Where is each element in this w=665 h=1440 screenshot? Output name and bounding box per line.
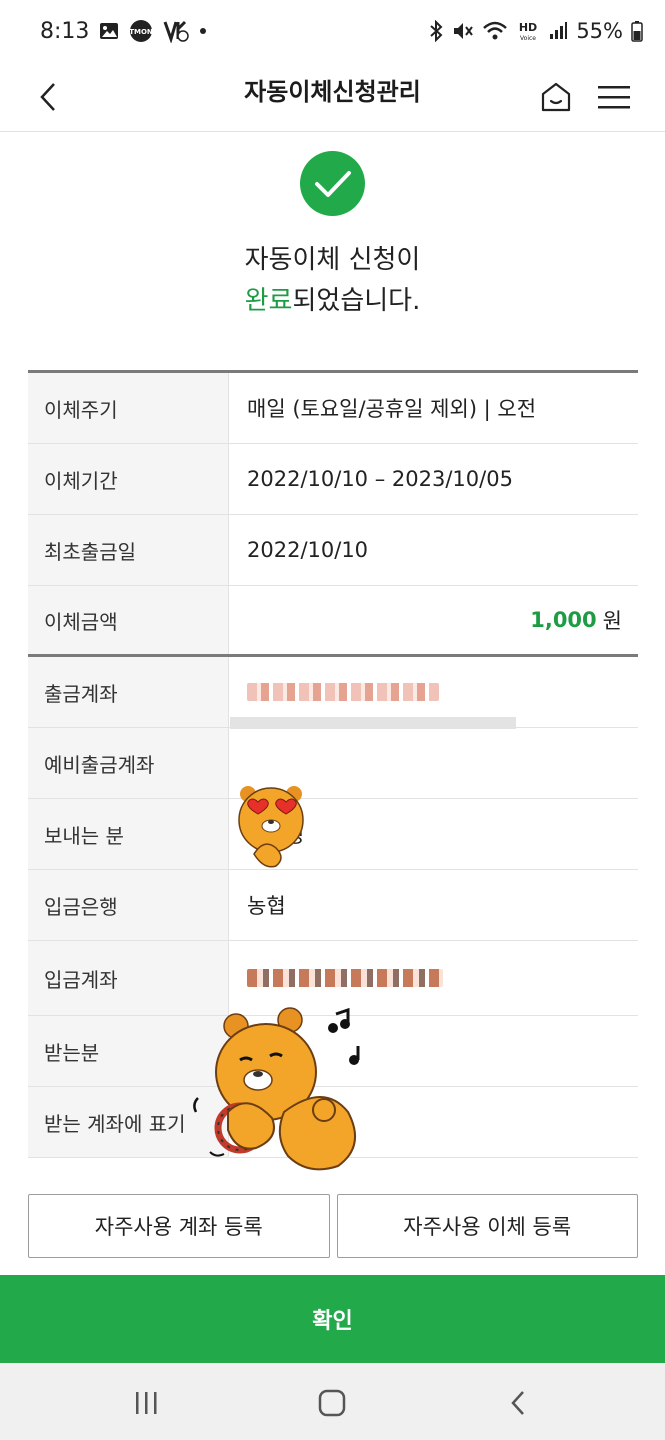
detail-label: 입금은행 bbox=[28, 870, 229, 940]
music-bear-sticker bbox=[188, 1002, 368, 1174]
signal-icon bbox=[548, 21, 568, 41]
detail-label: 최초출금일 bbox=[28, 515, 229, 585]
home-icon bbox=[541, 82, 571, 112]
back-button[interactable] bbox=[28, 74, 68, 120]
detail-row-amount: 이체금액 1,000 원 bbox=[28, 586, 638, 657]
bluetooth-icon bbox=[428, 20, 444, 42]
recent-apps-button[interactable] bbox=[126, 1383, 166, 1423]
app-header: 자동이체신청관리 bbox=[0, 62, 665, 132]
system-home-button[interactable] bbox=[312, 1383, 352, 1423]
register-frequent-transfer-button[interactable]: 자주사용 이체 등록 bbox=[336, 1194, 638, 1258]
detail-label: 예비출금계좌 bbox=[28, 728, 229, 798]
success-message: 자동이체 신청이 완료되었습니다. bbox=[0, 240, 665, 322]
heart-eyes-bear-sticker bbox=[236, 782, 308, 868]
amount-unit: 원 bbox=[602, 609, 622, 633]
detail-row-withdraw-account: 출금계좌 bbox=[28, 657, 638, 729]
system-back-button[interactable] bbox=[498, 1383, 538, 1423]
svg-text:Voice: Voice bbox=[520, 35, 536, 42]
masked-account-number bbox=[247, 683, 439, 701]
hamburger-menu-icon bbox=[598, 86, 630, 109]
vpn-icon bbox=[163, 19, 190, 43]
battery-icon bbox=[631, 20, 643, 42]
success-line-2-rest: 되었습니다. bbox=[292, 286, 421, 316]
success-highlight: 완료 bbox=[244, 286, 293, 316]
detail-value: 2022/10/10 bbox=[247, 538, 369, 562]
tmon-icon: TMON bbox=[129, 19, 153, 43]
dot-icon bbox=[199, 27, 207, 35]
home-square-icon bbox=[318, 1389, 346, 1417]
detail-label: 보내는 분 bbox=[28, 799, 229, 869]
menu-button[interactable] bbox=[594, 74, 634, 120]
home-button[interactable] bbox=[536, 74, 576, 120]
svg-text:HD: HD bbox=[519, 21, 537, 34]
register-frequent-account-button[interactable]: 자주사용 계좌 등록 bbox=[28, 1194, 330, 1258]
detail-label: 이체금액 bbox=[28, 586, 229, 654]
success-line-1: 자동이체 신청이 bbox=[244, 245, 421, 275]
detail-value: 매일 (토요일/공휴일 제외) | 오전 bbox=[247, 397, 537, 421]
gallery-icon bbox=[99, 22, 119, 40]
back-chevron-icon bbox=[511, 1391, 524, 1415]
secondary-actions: 자주사용 계좌 등록 자주사용 이체 등록 bbox=[28, 1194, 638, 1258]
chevron-left-icon bbox=[40, 83, 55, 111]
confirm-button[interactable]: 확인 bbox=[0, 1275, 665, 1363]
mute-icon bbox=[452, 20, 474, 42]
detail-row-sender: 보내는 분 정 bbox=[28, 799, 638, 870]
masked-underline bbox=[230, 717, 516, 729]
battery-percent: 55% bbox=[576, 19, 623, 43]
detail-row-backup-account: 예비출금계좌 bbox=[28, 728, 638, 799]
success-line-2: 완료되었습니다. bbox=[0, 281, 665, 322]
svg-text:TMON: TMON bbox=[130, 28, 154, 36]
amount-number: 1,000 bbox=[530, 608, 597, 632]
detail-label: 이체기간 bbox=[28, 444, 229, 514]
detail-row-bank: 입금은행 농협 bbox=[28, 870, 638, 941]
status-bar-left: 8:13 TMON bbox=[40, 19, 207, 44]
system-navigation-bar bbox=[0, 1363, 665, 1440]
detail-row-period: 이체기간 2022/10/10 – 2023/10/05 bbox=[28, 444, 638, 515]
success-check-icon bbox=[300, 151, 365, 216]
wifi-icon bbox=[482, 20, 508, 42]
detail-value: 농협 bbox=[247, 894, 286, 918]
detail-label: 이체주기 bbox=[28, 373, 229, 443]
status-bar: 8:13 TMON HD Voice 55% bbox=[0, 0, 665, 62]
masked-deposit-account bbox=[247, 969, 443, 987]
recent-apps-icon bbox=[136, 1392, 157, 1414]
detail-label: 출금계좌 bbox=[28, 657, 229, 727]
detail-row-cycle: 이체주기 매일 (토요일/공휴일 제외) | 오전 bbox=[28, 373, 638, 444]
detail-row-first-date: 최초출금일 2022/10/10 bbox=[28, 515, 638, 586]
status-time: 8:13 bbox=[40, 18, 90, 44]
hd-voice-icon: HD Voice bbox=[516, 20, 540, 42]
detail-value: 2022/10/10 – 2023/10/05 bbox=[247, 467, 513, 491]
status-bar-right: HD Voice 55% bbox=[428, 19, 643, 43]
detail-value-amount: 1,000 원 bbox=[229, 586, 638, 654]
